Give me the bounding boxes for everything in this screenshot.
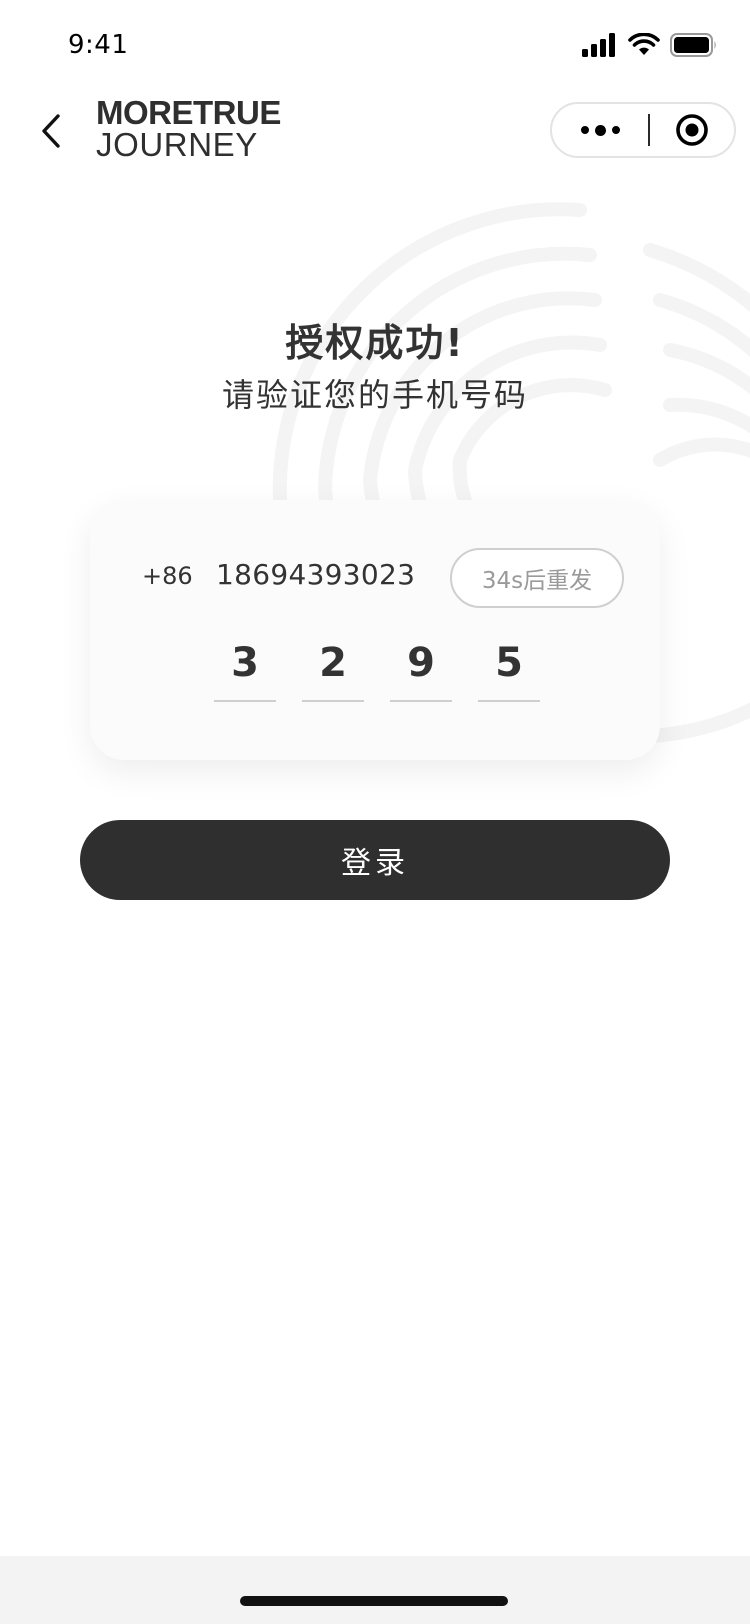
status-icons [582, 30, 718, 60]
more-dots-icon [580, 126, 589, 134]
back-button[interactable] [34, 106, 68, 156]
chevron-left-icon [42, 114, 60, 148]
brand-logo: MORETRUE JOURNEY [96, 96, 286, 161]
verification-code-row: 3 2 9 5 [214, 628, 540, 702]
verification-card: +86 18694393023 34s后重发 3 2 9 5 [90, 500, 660, 760]
code-digit-input[interactable]: 9 [390, 628, 452, 702]
code-digit-input[interactable]: 3 [214, 628, 276, 702]
target-circle-icon [676, 114, 708, 146]
more-dots-icon-center [594, 124, 606, 136]
more-button[interactable] [552, 104, 648, 156]
more-dots-icon-right [611, 126, 620, 134]
page-title: 授权成功! [285, 321, 465, 365]
phone-number-field[interactable]: 18694393023 [216, 558, 415, 591]
home-indicator[interactable] [240, 1596, 508, 1606]
logo-text-line1: MORETRUE [96, 94, 281, 131]
page-subtitle: 请验证您的手机号码 [221, 376, 528, 414]
login-button[interactable]: 登录 [80, 820, 670, 900]
resend-code-button[interactable]: 34s后重发 [450, 548, 624, 608]
battery-icon [670, 33, 716, 57]
status-time: 9:41 [68, 30, 129, 60]
verify-phone-screen: 9:41 MORETRUE JOURNEY 授权成功! 请验证您的手机号码 +8… [0, 0, 750, 1624]
code-digit-input[interactable]: 2 [302, 628, 364, 702]
wifi-icon [628, 33, 660, 55]
country-code[interactable]: +86 [142, 562, 193, 590]
capsule-menu [550, 102, 736, 158]
code-digit-input[interactable]: 5 [478, 628, 540, 702]
bottom-safe-area [0, 1556, 750, 1624]
signal-icon [582, 33, 615, 57]
close-miniprogram-button[interactable] [650, 104, 734, 156]
logo-text-line2: JOURNEY [96, 126, 258, 163]
